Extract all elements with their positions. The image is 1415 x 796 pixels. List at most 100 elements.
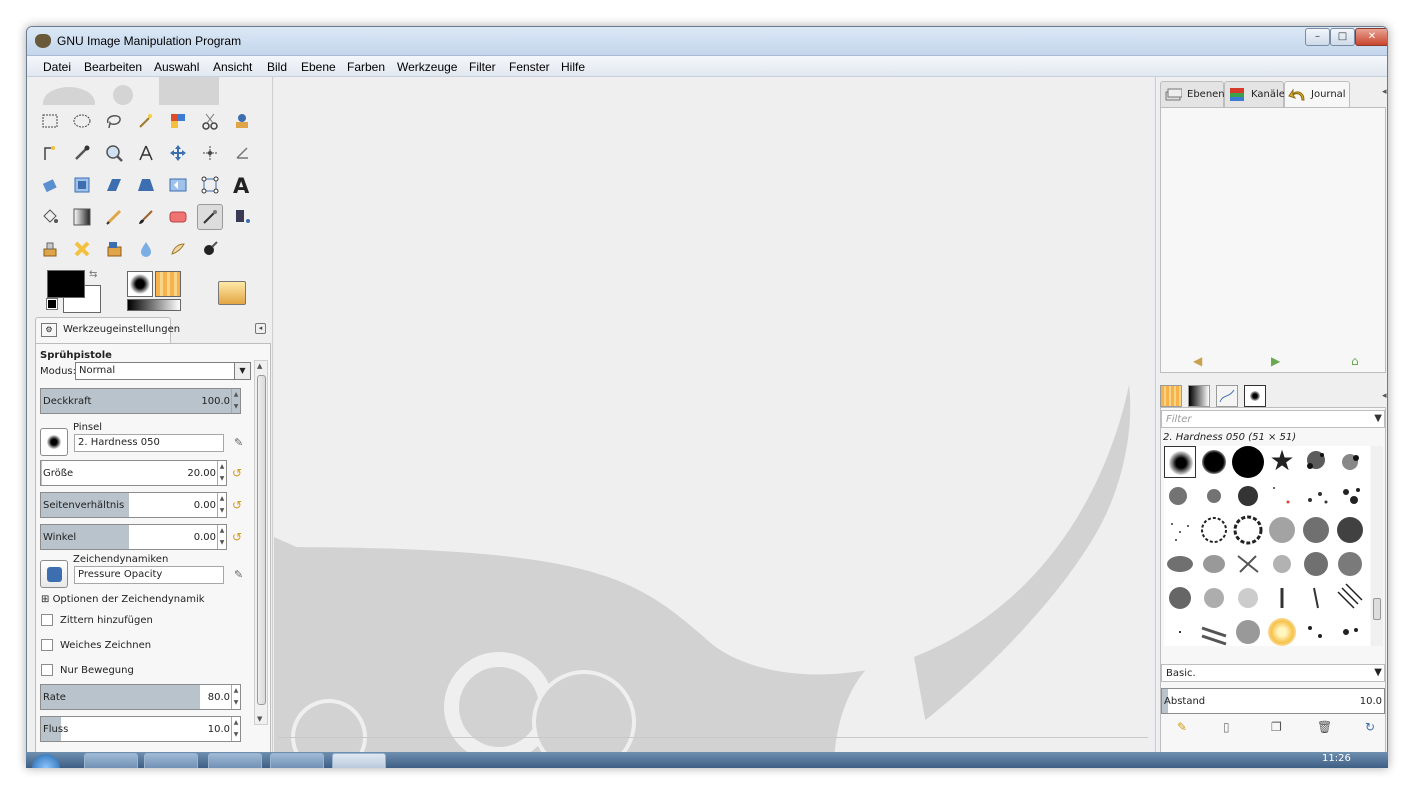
tab-menu-icon[interactable]: ◂ <box>255 323 266 334</box>
brush-set-select[interactable]: Basic. ▼ <box>1161 664 1385 682</box>
reset-colors-icon[interactable] <box>46 298 58 310</box>
brush-splatter-1[interactable] <box>1300 446 1332 478</box>
duplicate-brush-icon[interactable]: ❐ <box>1271 720 1282 734</box>
scissors-tool-icon[interactable] <box>197 108 223 134</box>
taskbar-gimp[interactable] <box>332 753 386 768</box>
brush-splatter-2[interactable] <box>1334 446 1366 478</box>
history-list[interactable] <box>1161 112 1385 348</box>
brush-grid[interactable]: ★ <box>1164 446 1370 646</box>
tool-options-scrollbar[interactable]: ▲ ▼ <box>254 360 268 725</box>
brush-lines[interactable] <box>1334 582 1366 614</box>
bucket-fill-tool-icon[interactable] <box>37 204 63 230</box>
minimize-button[interactable]: – <box>1305 28 1330 46</box>
motion-only-checkbox[interactable] <box>41 664 53 676</box>
align-tool-icon[interactable] <box>197 140 223 166</box>
brush-hardness-075[interactable] <box>1198 446 1230 478</box>
brush-sponge[interactable] <box>1232 616 1264 648</box>
reset-size-icon[interactable]: ↺ <box>232 466 246 480</box>
scrollbar-thumb[interactable] <box>257 375 266 705</box>
taskbar-media-player[interactable] <box>84 753 138 768</box>
brush-cells-4[interactable] <box>1300 514 1332 546</box>
text-tool-icon[interactable]: A <box>229 172 255 198</box>
select-by-color-tool-icon[interactable] <box>165 108 191 134</box>
angle-spin-icon[interactable]: ▲ ▼ <box>217 525 226 549</box>
menu-datei[interactable]: Datei <box>43 60 71 74</box>
dynamics-select-button[interactable] <box>40 560 68 588</box>
swap-colors-icon[interactable]: ⇆ <box>89 269 97 280</box>
smudge-tool-icon[interactable] <box>165 236 191 262</box>
opacity-slider[interactable]: Deckkraft 100.0 ▲ ▼ <box>40 388 241 414</box>
maximize-button[interactable]: □ <box>1330 28 1355 46</box>
lasso-tool-icon[interactable] <box>101 108 127 134</box>
menu-auswahl[interactable]: Auswahl <box>154 60 199 74</box>
brush-texture-1[interactable] <box>1164 548 1196 580</box>
scroll-up-icon[interactable]: ▲ <box>257 362 262 370</box>
dock-menu-icon[interactable]: ◂ <box>1382 87 1387 97</box>
paintbrush-tool-icon[interactable] <box>133 204 159 230</box>
flow-spin-icon[interactable]: ▲ ▼ <box>231 717 240 741</box>
brush-grunge-1[interactable] <box>1164 480 1196 512</box>
taskbar-internet-explorer[interactable] <box>144 753 198 768</box>
angle-slider[interactable]: Winkel 0.00 ▲ ▼ <box>40 524 227 550</box>
brush-texture-5[interactable] <box>1300 548 1332 580</box>
size-slider[interactable]: Größe 20.00 ▲ ▼ <box>40 460 227 486</box>
mode-select[interactable]: Normal ▼ <box>75 362 251 380</box>
active-gradient-preview[interactable] <box>127 299 181 311</box>
brush-grunge-3[interactable] <box>1232 480 1264 512</box>
active-image-preview[interactable] <box>218 281 246 305</box>
brush-glow[interactable] <box>1266 616 1298 648</box>
undo-icon[interactable]: ◀ <box>1193 354 1202 368</box>
tab-patterns[interactable] <box>1160 385 1182 407</box>
brush-pixel[interactable] <box>1164 616 1196 648</box>
brush-hardness-050[interactable] <box>1164 446 1196 478</box>
brush-texture-2[interactable] <box>1198 548 1230 580</box>
taskbar-app[interactable] <box>270 753 324 768</box>
edit-brush-icon[interactable]: ✎ <box>1177 720 1187 734</box>
brush-stripes[interactable] <box>1198 616 1230 648</box>
perspective-clone-tool-icon[interactable] <box>101 236 127 262</box>
jitter-checkbox[interactable] <box>41 614 53 626</box>
scroll-down-icon[interactable]: ▼ <box>257 715 262 723</box>
brush-texture-4[interactable] <box>1266 548 1298 580</box>
menu-filter[interactable]: Filter <box>469 60 496 74</box>
brush-scatter-2[interactable] <box>1334 616 1366 648</box>
size-spin-icon[interactable]: ▲ ▼ <box>217 461 226 485</box>
reset-aspect-icon[interactable]: ↺ <box>232 498 246 512</box>
shear-tool-icon[interactable] <box>101 172 127 198</box>
zoom-tool-icon[interactable] <box>101 140 127 166</box>
move-tool-icon[interactable] <box>165 140 191 166</box>
tab-brushes[interactable] <box>1244 385 1266 407</box>
active-pattern-preview[interactable] <box>155 271 181 297</box>
rate-spin-icon[interactable]: ▲ ▼ <box>231 685 240 709</box>
aspect-spin-icon[interactable]: ▲ ▼ <box>217 493 226 517</box>
brush-rough-3[interactable] <box>1232 582 1264 614</box>
brush-sparks[interactable] <box>1266 480 1298 512</box>
crop-tool-icon[interactable] <box>229 140 255 166</box>
delete-brush-icon[interactable]: 🗑 <box>1317 720 1332 734</box>
aspect-slider[interactable]: Seitenverhältnis 0.00 ▲ ▼ <box>40 492 227 518</box>
edit-brush-icon[interactable]: ✎ <box>234 436 248 450</box>
measure-tool-icon[interactable] <box>133 140 159 166</box>
brush-speckle-1[interactable] <box>1164 514 1196 546</box>
flow-slider[interactable]: Fluss 10.0 ▲ ▼ <box>40 716 241 742</box>
airbrush-tool-icon[interactable] <box>197 204 223 230</box>
brush-cells-5[interactable] <box>1334 514 1366 546</box>
taskbar-explorer[interactable] <box>208 753 262 768</box>
image-canvas[interactable] <box>274 77 1154 767</box>
opacity-spin-icon[interactable]: ▲ ▼ <box>231 389 240 413</box>
blur-tool-icon[interactable] <box>133 236 159 262</box>
menu-ansicht[interactable]: Ansicht <box>213 60 252 74</box>
menu-werkzeuge[interactable]: Werkzeuge <box>397 60 457 74</box>
brush-star[interactable]: ★ <box>1266 446 1298 478</box>
dodge-burn-tool-icon[interactable] <box>197 236 223 262</box>
menu-farben[interactable]: Farben <box>347 60 385 74</box>
new-brush-icon[interactable]: ▯ <box>1223 720 1230 734</box>
scale-tool-icon[interactable] <box>69 172 95 198</box>
brush-select-button[interactable] <box>40 428 68 456</box>
tab-layers[interactable]: Ebenen <box>1160 81 1225 107</box>
brush-stroke-1[interactable] <box>1266 582 1298 614</box>
brush-cells-3[interactable] <box>1266 514 1298 546</box>
brush-dots-1[interactable] <box>1300 480 1332 512</box>
eraser-tool-icon[interactable] <box>165 204 191 230</box>
active-brush-preview[interactable] <box>127 271 153 297</box>
